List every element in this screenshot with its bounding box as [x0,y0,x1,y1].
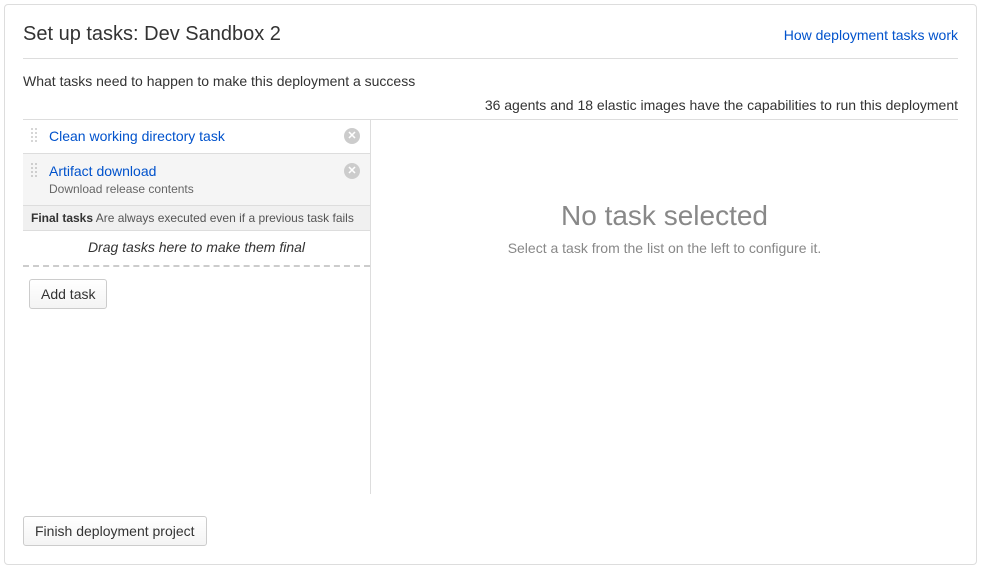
task-description: Download release contents [49,182,338,196]
final-tasks-label: Final tasks [31,211,93,225]
drag-handle-icon[interactable] [31,128,41,144]
header: Set up tasks: Dev Sandbox 2 How deployme… [23,23,958,59]
page-title: Set up tasks: Dev Sandbox 2 [23,23,281,46]
finish-deployment-button[interactable]: Finish deployment project [23,516,207,546]
capabilities-text: 36 agents and 18 elastic images have the… [23,97,958,119]
add-task-button[interactable]: Add task [29,279,107,309]
no-task-selected-subtitle: Select a task from the list on the left … [508,240,822,256]
task-item-artifact-download[interactable]: Artifact download Download release conte… [23,154,370,206]
task-link[interactable]: Clean working directory task [49,128,225,144]
subtitle: What tasks need to happen to make this d… [23,59,958,97]
add-task-row: Add task [23,267,370,321]
task-content: Artifact download Download release conte… [49,163,338,196]
final-tasks-note: Are always executed even if a previous t… [96,211,354,225]
task-detail-pane: No task selected Select a task from the … [371,120,958,494]
remove-task-icon[interactable]: ✕ [344,128,360,144]
remove-task-icon[interactable]: ✕ [344,163,360,179]
footer: Finish deployment project [23,494,958,546]
help-link[interactable]: How deployment tasks work [784,27,958,43]
no-task-selected-title: No task selected [561,200,768,232]
final-tasks-dropzone[interactable]: Drag tasks here to make them final [23,231,370,267]
task-content: Clean working directory task [49,128,338,145]
task-item-clean-working-directory[interactable]: Clean working directory task ✕ [23,120,370,154]
drag-handle-icon[interactable] [31,163,41,179]
main-area: Clean working directory task ✕ Artifact … [23,119,958,494]
page-container: Set up tasks: Dev Sandbox 2 How deployme… [4,4,977,565]
task-link[interactable]: Artifact download [49,163,156,179]
final-tasks-header: Final tasks Are always executed even if … [23,206,370,231]
task-list: Clean working directory task ✕ Artifact … [23,120,371,494]
